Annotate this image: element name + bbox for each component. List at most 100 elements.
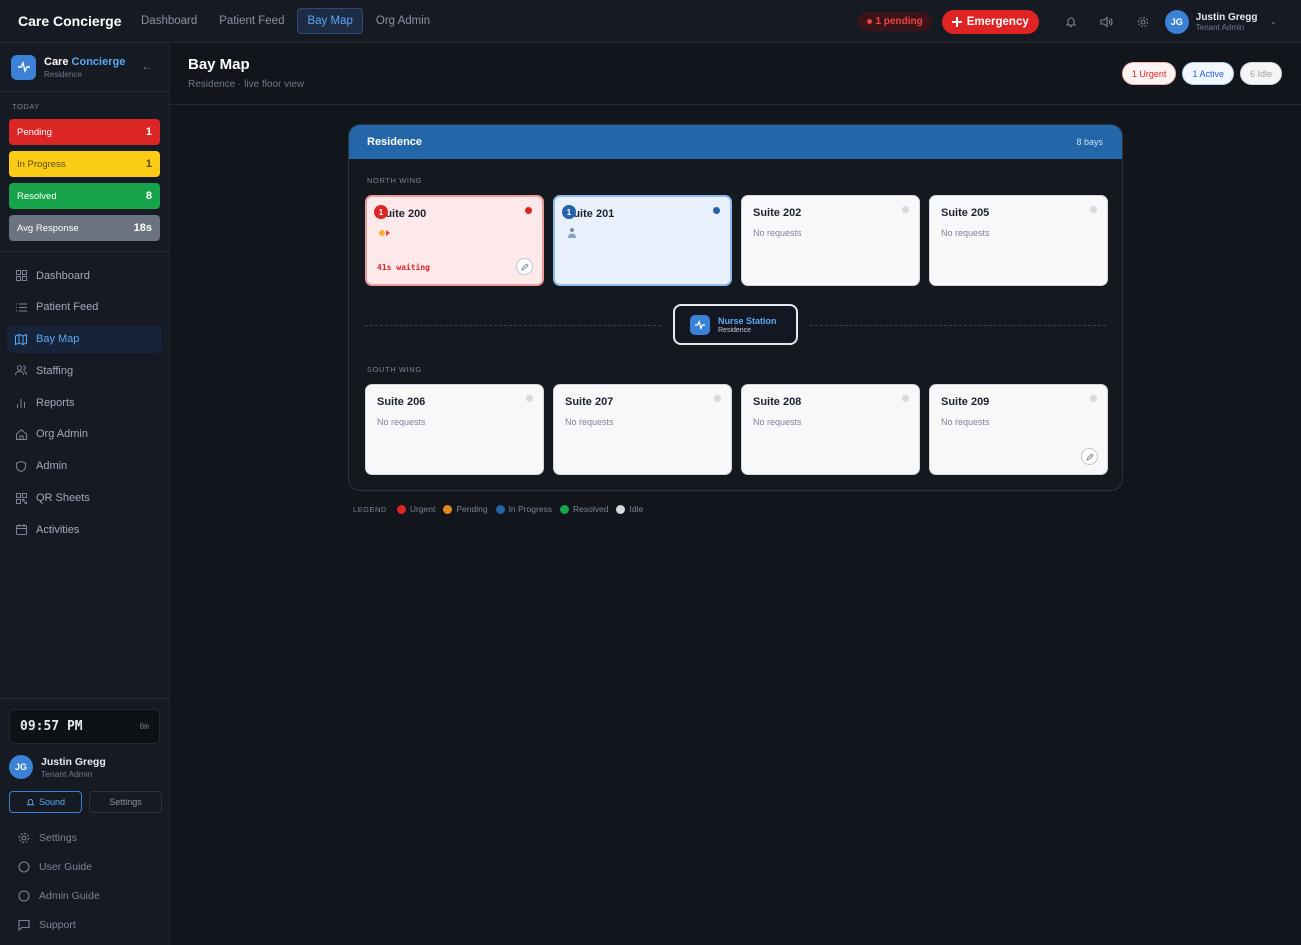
top-nav: Dashboard Patient Feed Bay Map Org Admin [132, 8, 439, 34]
active-count-pill[interactable]: 1 Active [1182, 62, 1234, 85]
list-icon [15, 303, 27, 312]
stat-value: 18s [133, 222, 152, 234]
footer-link-label: Support [39, 918, 76, 931]
bay-card-suite-207[interactable]: Suite 207 No requests [553, 384, 732, 475]
corridor-line-left [365, 325, 661, 326]
status-dot [1090, 395, 1097, 402]
idle-count-pill[interactable]: 6 Idle [1239, 62, 1282, 85]
page-header: Bay Map Residence · live floor view 1 Ur… [170, 43, 1301, 105]
sidebar-item-reports[interactable]: Reports [7, 389, 162, 416]
pulse-logo-icon [11, 54, 36, 80]
stat-avg-response[interactable]: Avg Response 18s [9, 215, 160, 241]
bay-card-suite-209[interactable]: Suite 209 No requests [929, 384, 1108, 475]
edit-icon[interactable] [1081, 448, 1098, 465]
bay-count: 8 bays [1076, 137, 1103, 147]
clock-elapsed: 0m [139, 722, 149, 731]
nav-bay-map[interactable]: Bay Map [297, 8, 363, 34]
qr-icon [15, 492, 27, 504]
legend-item-pending: Pending [443, 504, 488, 514]
pending-dot-icon [866, 19, 872, 24]
clock-widget: 09:57 PM 0m [9, 709, 160, 744]
bay-card-suite-201[interactable]: Suite 201 1 [553, 195, 732, 286]
nav-org-admin[interactable]: Org Admin [367, 9, 439, 33]
legend: LEGEND Urgent Pending In Progress Resolv… [353, 504, 643, 514]
nav-dashboard[interactable]: Dashboard [132, 9, 206, 33]
edit-icon[interactable] [516, 258, 533, 275]
footer-link-user-guide[interactable]: User Guide [9, 852, 160, 881]
stat-in-progress[interactable]: In Progress 1 [9, 151, 160, 177]
stat-label: In Progress [17, 158, 66, 170]
footer-link-label: Admin Guide [39, 889, 100, 902]
nurse-station-title: Nurse Station [718, 315, 777, 326]
sidebar-divider [0, 698, 170, 699]
meal-request-icon [378, 227, 392, 241]
footer-link-settings[interactable]: Settings [9, 823, 160, 852]
footer-link-admin-guide[interactable]: Admin Guide [9, 881, 160, 910]
sidebar-item-qr-sheets[interactable]: QR Sheets [7, 485, 162, 512]
nurse-station[interactable]: Nurse Station Residence [673, 304, 798, 345]
legend-item-in-progress: In Progress [495, 504, 553, 514]
shield-icon [15, 460, 27, 472]
sidebar-item-activities[interactable]: Activities [7, 516, 162, 543]
status-dot [525, 207, 532, 214]
settings-button[interactable]: Settings [89, 791, 162, 813]
sidebar-brand-plain: Care [44, 55, 69, 68]
bay-card-suite-200[interactable]: Suite 200 1 41s waiting [365, 195, 544, 286]
user-menu[interactable]: JG Justin Gregg Tenant Admin ⌄ [1164, 9, 1277, 34]
south-wing-label: SOUTH WING [367, 365, 422, 374]
legend-label: Urgent [409, 504, 436, 514]
legend-dot-icon [396, 504, 406, 514]
sidebar-item-admin[interactable]: Admin [7, 453, 162, 480]
stat-label: Pending [17, 126, 52, 138]
sidebar-item-label: Patient Feed [36, 301, 99, 314]
bay-requests: No requests [377, 417, 426, 427]
nurse-station-subtitle: Residence [718, 326, 752, 334]
sidebar-item-org-admin[interactable]: Org Admin [7, 421, 162, 448]
gear-icon[interactable] [1125, 0, 1161, 43]
bay-card-suite-205[interactable]: Suite 205 No requests [929, 195, 1108, 286]
stat-value: 1 [145, 126, 152, 138]
speaker-icon[interactable] [1089, 0, 1125, 43]
status-dot [1090, 206, 1097, 213]
emergency-label: Emergency [966, 15, 1029, 28]
bay-name: Suite 205 [941, 207, 990, 219]
chevron-down-icon: ⌄ [1269, 16, 1277, 26]
nav-patient-feed[interactable]: Patient Feed [210, 9, 293, 33]
collapse-arrow-icon[interactable]: ← [141, 59, 153, 73]
bell-icon[interactable] [1053, 0, 1089, 43]
stat-pending[interactable]: Pending 1 [9, 119, 160, 145]
sidebar-item-bay-map[interactable]: Bay Map [7, 325, 162, 353]
status-dot [526, 395, 533, 402]
map-icon [15, 333, 27, 345]
status-dot [714, 395, 721, 402]
urgent-count-pill[interactable]: 1 Urgent [1121, 62, 1177, 85]
sidebar-item-patient-feed[interactable]: Patient Feed [7, 294, 162, 321]
bay-requests: No requests [753, 417, 802, 427]
bay-card-suite-202[interactable]: Suite 202 No requests [741, 195, 920, 286]
emergency-button[interactable]: Emergency [941, 9, 1039, 34]
sidebar-brand: Care Concierge [44, 56, 125, 68]
sidebar-item-dashboard[interactable]: Dashboard [7, 262, 162, 289]
bay-name: Suite 202 [753, 207, 802, 219]
sound-button[interactable]: Sound [9, 791, 82, 813]
north-wing-label: NORTH WING [367, 176, 423, 185]
users-icon [15, 365, 27, 376]
bell-icon [26, 798, 35, 805]
gear-icon [18, 832, 30, 843]
sidebar-user: JG Justin Gregg Tenant Admin [9, 755, 106, 779]
bay-requests: No requests [941, 228, 990, 238]
legend-dot-icon [443, 504, 453, 514]
stat-resolved[interactable]: Resolved 8 [9, 183, 160, 209]
sidebar-item-staffing[interactable]: Staffing [7, 357, 162, 384]
legend-label: In Progress [508, 504, 553, 514]
brand-title: Care Concierge [18, 13, 122, 29]
bay-card-suite-208[interactable]: Suite 208 No requests [741, 384, 920, 475]
bay-name: Suite 206 [377, 396, 426, 408]
sidebar-item-label: Dashboard [36, 269, 90, 282]
stat-label: Resolved [17, 190, 57, 202]
bay-card-suite-206[interactable]: Suite 206 No requests [365, 384, 544, 475]
bay-requests: No requests [565, 417, 614, 427]
pending-badge[interactable]: 1 pending [857, 12, 932, 31]
legend-label: Idle [629, 504, 644, 514]
footer-link-support[interactable]: Support [9, 910, 160, 939]
